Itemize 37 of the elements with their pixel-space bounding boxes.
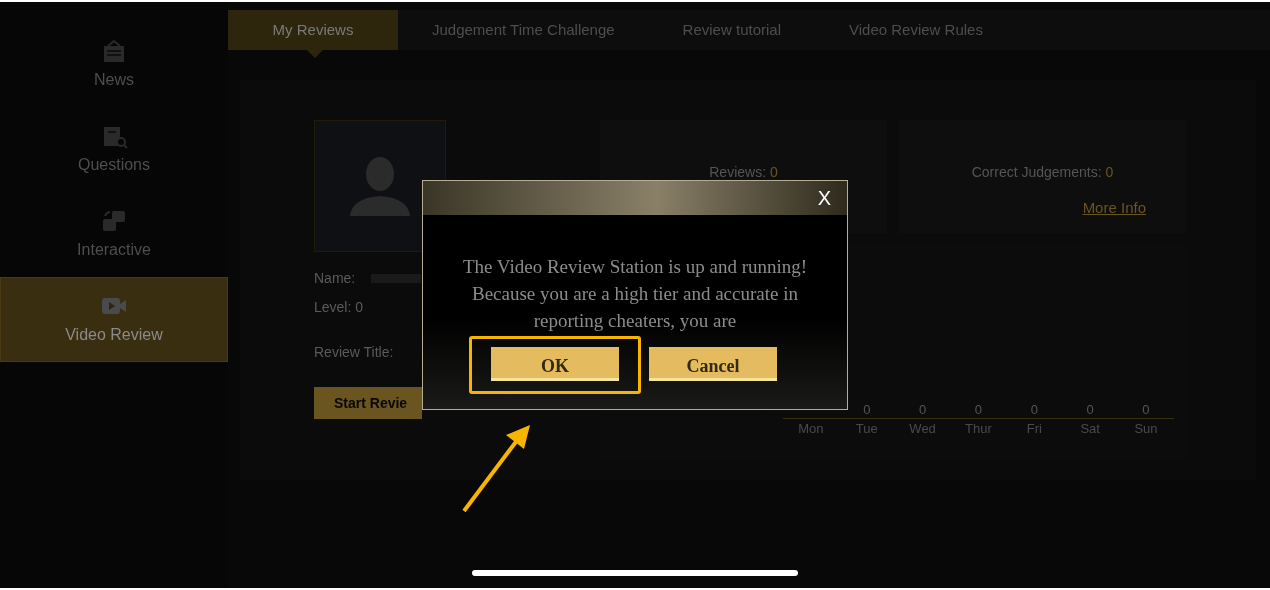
tab[interactable]: Review tutorial	[648, 10, 815, 50]
tab-pointer	[307, 50, 323, 58]
level-label: Level: 0	[314, 298, 364, 317]
sidebar-item[interactable]: Video Review	[0, 277, 228, 362]
review-title-label: Review Title:	[314, 343, 394, 362]
day-count: 0	[1029, 400, 1039, 419]
dialog-message: The Video Review Station is up and running! Because you are a high tier and accurate in reporting cheaters, you are	[461, 255, 809, 333]
day-label: Tue	[855, 420, 878, 436]
start-review-button[interactable]: Start Revie	[314, 387, 422, 419]
person-silhouette-icon	[348, 154, 412, 218]
day-count: 0	[918, 400, 928, 419]
day-label: Thur	[965, 420, 992, 436]
tab[interactable]: Video Review Rules	[815, 10, 1017, 50]
close-button[interactable]: X	[813, 188, 835, 208]
day-count: 0	[1141, 400, 1151, 419]
more-info-link[interactable]: More Info	[1082, 200, 1146, 216]
sidebar-item[interactable]: News	[0, 22, 228, 107]
sidebar-item[interactable]: Questions	[0, 107, 228, 192]
day-label: Sun	[1134, 420, 1158, 436]
stat-value: 0	[1105, 164, 1114, 180]
day-count: 0	[973, 400, 984, 419]
day-label: Fri	[1026, 420, 1042, 436]
name-label: Name:	[314, 269, 356, 288]
cancel-button[interactable]: Cancel	[649, 347, 777, 381]
tab[interactable]: My Reviews	[228, 10, 398, 50]
day-count: 0	[1085, 400, 1095, 419]
ok-button[interactable]: OK	[491, 347, 619, 381]
sidebar-item[interactable]: Interactive	[0, 192, 228, 277]
stat-value: 0	[769, 164, 778, 180]
day-label: Mon	[798, 420, 824, 436]
day-label: Wed	[909, 420, 936, 436]
day-label: Sat	[1080, 420, 1100, 436]
stat-label: Reviews:	[709, 164, 768, 180]
tab[interactable]: Judgement Time Challenge	[398, 10, 649, 50]
day-count: 0	[862, 400, 872, 419]
redacted-name	[371, 274, 422, 283]
stat-label: Correct Judgements:	[971, 164, 1103, 180]
